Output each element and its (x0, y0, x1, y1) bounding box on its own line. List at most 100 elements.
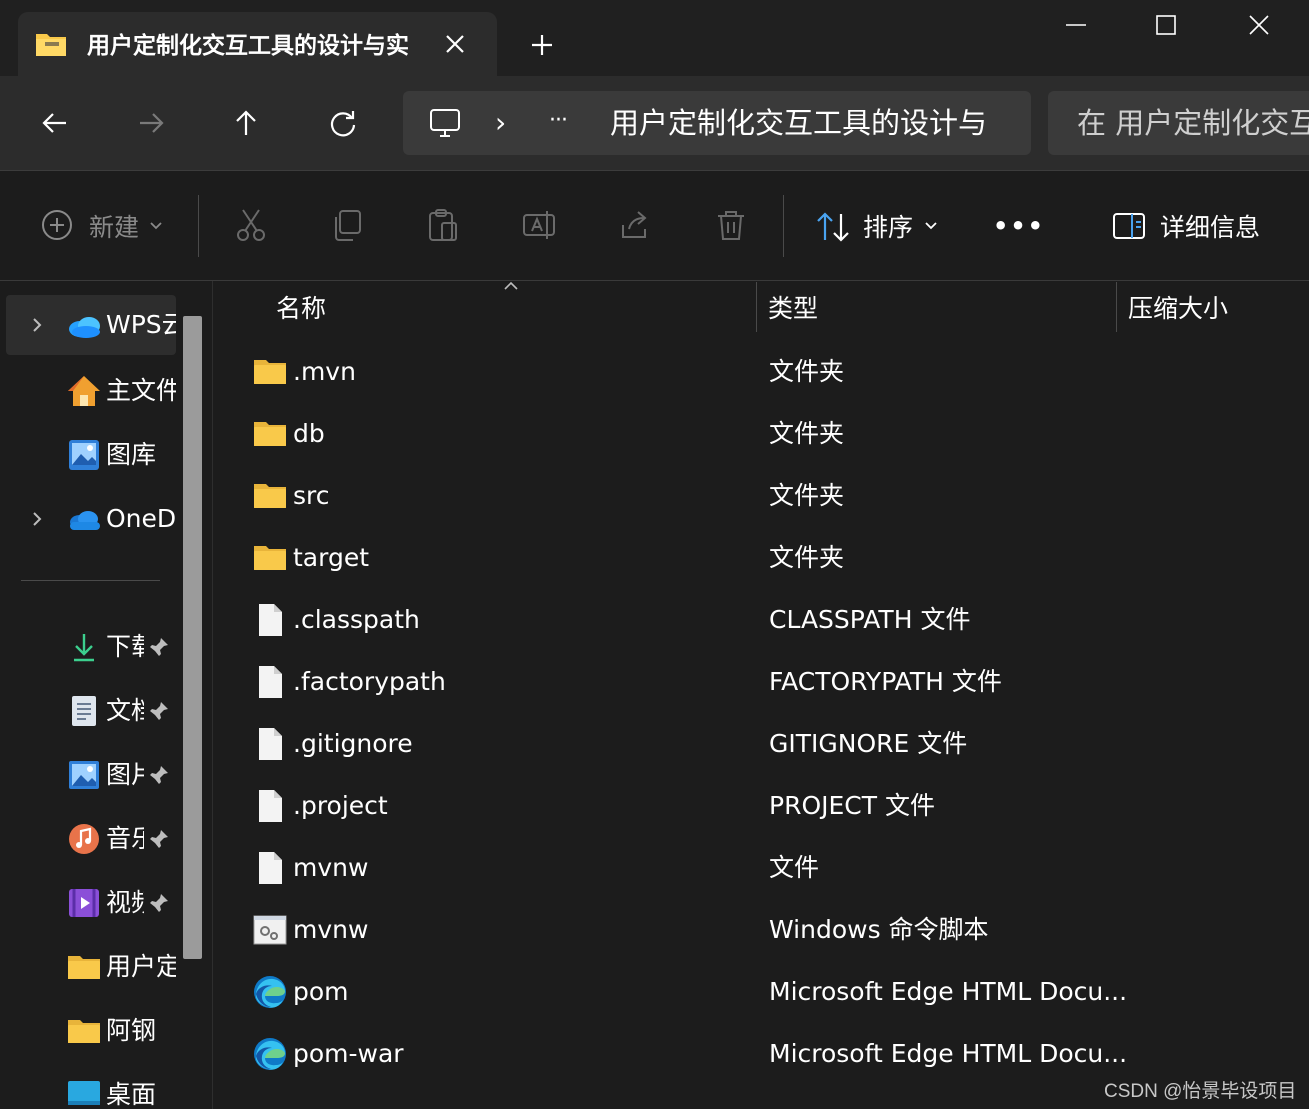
sidebar-item-gallery[interactable]: 图库 (0, 425, 176, 485)
toolbar-divider (783, 195, 784, 257)
file-name: .mvn (293, 357, 356, 386)
details-button-label[interactable]: 详细信息 (1160, 211, 1260, 245)
toolbar-divider (198, 195, 199, 257)
folder-icon (252, 416, 288, 452)
file-row[interactable]: src 文件夹 (230, 468, 1290, 526)
pictures-icon (66, 757, 102, 793)
sidebar-item-label: 图片 (106, 760, 144, 789)
file-name: src (293, 481, 330, 510)
file-row[interactable]: target 文件夹 (230, 530, 1290, 588)
sidebar-item-onedrive[interactable]: OneD (0, 489, 176, 549)
details-pane-icon[interactable] (1112, 211, 1146, 241)
sort-button-label[interactable]: 排序 (863, 211, 913, 245)
file-row[interactable]: pom Microsoft Edge HTML Docu... (230, 964, 1290, 1022)
address-path[interactable]: 用户定制化交互工具的设计与 (610, 102, 987, 144)
cut-icon[interactable] (233, 207, 269, 243)
edge-html-icon (252, 974, 288, 1010)
sidebar-item-label: 文档 (106, 696, 144, 725)
minimize-icon[interactable] (1031, 0, 1121, 50)
folder-icon (252, 540, 288, 576)
maximize-icon[interactable] (1121, 0, 1211, 50)
file-name: .gitignore (293, 729, 413, 758)
search-placeholder[interactable]: 在 用户定制化交互 (1077, 102, 1309, 144)
sort-icon[interactable] (815, 210, 851, 244)
sidebar-item-label: 图库 (106, 440, 157, 469)
music-icon (66, 821, 102, 857)
gallery-icon (66, 437, 102, 473)
sidebar-item-home[interactable]: 主文件 (0, 361, 176, 421)
file-row[interactable]: mvnw Windows 命令脚本 (230, 902, 1290, 960)
file-row[interactable]: mvnw 文件 (230, 840, 1290, 898)
sidebar-scrollbar[interactable] (183, 316, 202, 959)
file-icon (252, 602, 288, 638)
folder-icon (252, 478, 288, 514)
file-type: Microsoft Edge HTML Docu... (769, 977, 1128, 1006)
tab-title: 用户定制化交互工具的设计与实 (87, 33, 409, 59)
sidebar-item-wps-cloud[interactable]: WPS云 (6, 295, 176, 355)
chevron-down-icon[interactable] (923, 218, 939, 234)
copy-icon[interactable] (329, 207, 365, 243)
column-divider[interactable] (756, 282, 757, 332)
address-overflow-button[interactable]: ··· (549, 106, 568, 136)
file-row[interactable]: .factorypath FACTORYPATH 文件 (230, 654, 1290, 712)
column-divider[interactable] (1116, 282, 1117, 332)
sidebar-item-label: 视频 (106, 888, 144, 917)
new-button-label[interactable]: 新建 (89, 211, 139, 245)
desktop-icon (66, 1077, 102, 1109)
up-icon[interactable] (216, 93, 276, 153)
forward-icon[interactable] (121, 93, 181, 153)
column-header-type[interactable]: 类型 (768, 290, 818, 328)
sidebar-pinned-folder[interactable]: 用户定 (0, 937, 176, 997)
sidebar-pinned-pictures[interactable]: 图片 (0, 745, 176, 805)
file-name: .classpath (293, 605, 420, 634)
folder-icon (66, 1013, 102, 1049)
sidebar-pinned-desktop[interactable]: 桌面 (0, 1065, 176, 1109)
file-row[interactable]: .project PROJECT 文件 (230, 778, 1290, 836)
file-icon (252, 850, 288, 886)
column-header-name[interactable]: 名称 (276, 290, 326, 328)
sidebar-item-label: 阿钢 (106, 1016, 157, 1045)
file-type: Microsoft Edge HTML Docu... (769, 1039, 1128, 1068)
file-row[interactable]: .classpath CLASSPATH 文件 (230, 592, 1290, 650)
file-name: mvnw (293, 915, 369, 944)
rename-icon[interactable] (521, 207, 557, 243)
share-icon[interactable] (617, 207, 653, 243)
file-row[interactable]: .gitignore GITIGNORE 文件 (230, 716, 1290, 774)
pin-icon (150, 830, 168, 848)
chevron-down-icon[interactable] (148, 218, 164, 234)
file-row[interactable]: db 文件夹 (230, 406, 1290, 464)
sidebar-pinned-downloads[interactable]: 下载 (0, 617, 176, 677)
file-type: 文件夹 (769, 543, 845, 572)
refresh-icon[interactable] (313, 93, 373, 153)
sidebar-item-label: 桌面 (106, 1080, 157, 1109)
column-header-size[interactable]: 压缩大小 (1128, 290, 1228, 328)
plus-icon[interactable] (528, 31, 556, 59)
sidebar-pinned-folder[interactable]: 阿钢 (0, 1001, 176, 1061)
pin-icon (150, 894, 168, 912)
file-name: db (293, 419, 325, 448)
file-name: target (293, 543, 370, 572)
close-tab-icon[interactable] (441, 30, 469, 58)
pin-icon (150, 702, 168, 720)
sidebar-pinned-music[interactable]: 音乐 (0, 809, 176, 869)
file-type: FACTORYPATH 文件 (769, 667, 1002, 696)
videos-icon (66, 885, 102, 921)
new-icon[interactable] (40, 208, 74, 242)
sidebar-pinned-documents[interactable]: 文档 (0, 681, 176, 741)
sidebar-item-label: 下载 (106, 632, 144, 661)
file-name: .project (293, 791, 388, 820)
delete-icon[interactable] (713, 207, 749, 243)
address-chevron[interactable]: › (495, 108, 506, 138)
file-type: PROJECT 文件 (769, 791, 935, 820)
paste-icon[interactable] (425, 207, 461, 243)
download-icon (66, 629, 102, 665)
file-type: CLASSPATH 文件 (769, 605, 971, 634)
close-window-icon[interactable] (1214, 0, 1304, 50)
sidebar-item-label: 主文件 (106, 376, 176, 405)
back-icon[interactable] (25, 93, 85, 153)
sidebar-pinned-videos[interactable]: 视频 (0, 873, 176, 933)
file-row[interactable]: .mvn 文件夹 (230, 344, 1290, 402)
sidebar-item-label: OneD (106, 504, 176, 533)
edge-html-icon (252, 1036, 288, 1072)
more-options-button[interactable]: ••• (993, 209, 1045, 243)
